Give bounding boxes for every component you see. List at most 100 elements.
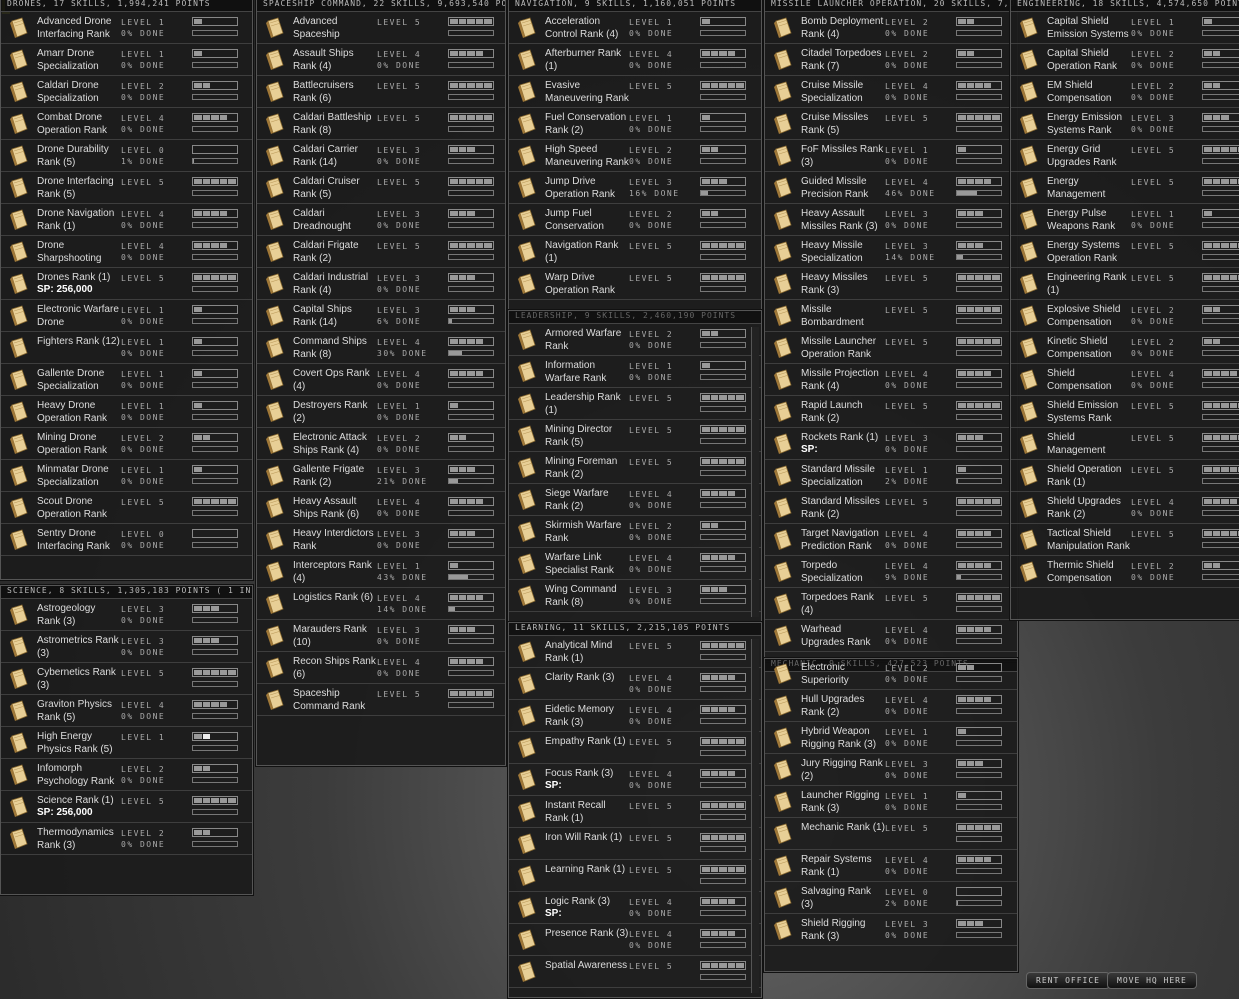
skill-row[interactable]: Engineering Rank (1) LEVEL 5 [1011, 268, 1239, 300]
skill-row[interactable]: Electronic Warfare Drone LEVEL 1 0% DONE [1, 300, 252, 332]
skill-row[interactable]: Rapid Launch Rank (2) LEVEL 5 [765, 396, 1017, 428]
skill-row[interactable]: Science Rank (1) SP: 256,000 LEVEL 5 [1, 791, 252, 823]
skill-row[interactable]: EM Shield Compensation LEVEL 2 0% DONE [1011, 76, 1239, 108]
skill-row[interactable]: Explosive Shield Compensation LEVEL 2 0% D… [1011, 300, 1239, 332]
skill-row[interactable]: High Energy Physics Rank (5) LEVEL 1 [1, 727, 252, 759]
skill-row[interactable]: Standard Missiles Rank (2) LEVEL 5 [765, 492, 1017, 524]
skill-row[interactable]: Minmatar Drone Specialization LEVEL 1 0% D… [1, 460, 252, 492]
skill-row[interactable]: Scout Drone Operation Rank LEVEL 5 [1, 492, 252, 524]
skill-row[interactable]: Skirmish Warfare Rank LEVEL 2 0% DONE [509, 516, 761, 548]
skill-row[interactable]: Advanced Drone Interfacing Rank LEVEL 1 0%… [1, 12, 252, 44]
skill-row[interactable]: Leadership Rank (1) LEVEL 5 [509, 388, 761, 420]
skill-row[interactable]: Caldari Frigate Rank (2) LEVEL 5 [257, 236, 505, 268]
skill-row[interactable]: Shield Operation Rank (1) LEVEL 5 [1011, 460, 1239, 492]
skill-row[interactable]: Assault Ships Rank (4) LEVEL 4 0% DONE [257, 44, 505, 76]
skill-row[interactable]: Spatial Awareness LEVEL 5 [509, 956, 761, 988]
skill-row[interactable]: Heavy Assault Ships Rank (6) LEVEL 4 0% DO… [257, 492, 505, 524]
skill-row[interactable]: Mining Drone Operation Rank LEVEL 2 0% DON… [1, 428, 252, 460]
skill-row[interactable]: Kinetic Shield Compensation LEVEL 2 0% DON… [1011, 332, 1239, 364]
skill-row[interactable]: Instant Recall Rank (1) LEVEL 5 [509, 796, 761, 828]
skill-row[interactable]: Cruise Missiles Rank (5) LEVEL 5 [765, 108, 1017, 140]
skill-row[interactable]: Energy Management Rank LEVEL 5 [1011, 172, 1239, 204]
skill-row[interactable]: Thermodynamics Rank (3) LEVEL 2 0% DONE [1, 823, 252, 855]
skill-row[interactable]: Covert Ops Rank (4) LEVEL 4 0% DONE [257, 364, 505, 396]
panel-header[interactable]: LEADERSHIP, 9 SKILLS, 2,460,190 POINTS [509, 311, 761, 324]
skill-row[interactable]: Logistics Rank (6) LEVEL 4 14% DONE [257, 588, 505, 620]
skill-row[interactable]: Empathy Rank (1) LEVEL 5 [509, 732, 761, 764]
skill-row[interactable]: Caldari Industrial Rank (4) LEVEL 3 0% DON… [257, 268, 505, 300]
skill-row[interactable]: Heavy Assault Missiles Rank (3) LEVEL 3 0%… [765, 204, 1017, 236]
skill-row[interactable]: Citadel Torpedoes Rank (7) LEVEL 2 0% DONE [765, 44, 1017, 76]
skill-row[interactable]: Missile Bombardment LEVEL 5 [765, 300, 1017, 332]
skill-row[interactable]: Target Navigation Prediction Rank LEVEL 4… [765, 524, 1017, 556]
skill-row[interactable]: Combat Drone Operation Rank LEVEL 4 0% DON… [1, 108, 252, 140]
scrollbar[interactable] [751, 327, 759, 617]
skill-row[interactable]: Drone Navigation Rank (1) LEVEL 4 0% DONE [1, 204, 252, 236]
skill-row[interactable]: Tactical Shield Manipulation Rank LEVEL 5 [1011, 524, 1239, 556]
rent-office-button[interactable]: RENT OFFICE [1026, 972, 1110, 989]
skill-row[interactable]: Warhead Upgrades Rank LEVEL 4 0% DONE [765, 620, 1017, 652]
skill-row[interactable]: Jury Rigging Rank (2) LEVEL 3 0% DONE [765, 754, 1017, 786]
skill-row[interactable]: Repair Systems Rank (1) LEVEL 4 0% DONE [765, 850, 1017, 882]
skill-row[interactable]: Shield Emission Systems Rank LEVEL 5 [1011, 396, 1239, 428]
skill-row[interactable]: Caldari Battleship Rank (8) LEVEL 5 [257, 108, 505, 140]
skill-row[interactable]: Interceptors Rank (4) LEVEL 1 43% DONE [257, 556, 505, 588]
skill-row[interactable]: Acceleration Control Rank (4) LEVEL 1 0% D… [509, 12, 761, 44]
skill-row[interactable]: Missile Launcher Operation Rank LEVEL 5 [765, 332, 1017, 364]
skill-row[interactable]: Logic Rank (3) SP: LEVEL 4 0% DONE [509, 892, 761, 924]
skill-row[interactable]: Clarity Rank (3) LEVEL 4 0% DONE [509, 668, 761, 700]
skill-row[interactable]: Recon Ships Rank (6) LEVEL 4 0% DONE [257, 652, 505, 684]
skill-row[interactable]: Battlecruisers Rank (6) LEVEL 5 [257, 76, 505, 108]
skill-row[interactable]: Astrometrics Rank (3) LEVEL 3 0% DONE [1, 631, 252, 663]
skill-row[interactable]: Capital Shield Operation Rank LEVEL 2 0% D… [1011, 44, 1239, 76]
skill-row[interactable]: Warp Drive Operation Rank LEVEL 5 [509, 268, 761, 300]
skill-row[interactable]: Heavy Drone Operation Rank LEVEL 1 0% DONE [1, 396, 252, 428]
skill-row[interactable]: Infomorph Psychology Rank LEVEL 2 0% DONE [1, 759, 252, 791]
skill-row[interactable]: Fuel Conservation Rank (2) LEVEL 1 0% DONE [509, 108, 761, 140]
skill-row[interactable]: Bomb Deployment Rank (4) LEVEL 2 0% DONE [765, 12, 1017, 44]
skill-row[interactable]: Warfare Link Specialist Rank LEVEL 4 0% DO… [509, 548, 761, 580]
skill-row[interactable]: Gallente Frigate Rank (2) LEVEL 3 21% DONE [257, 460, 505, 492]
scrollbar[interactable] [751, 639, 759, 993]
panel-header[interactable]: SPACESHIP COMMAND, 22 SKILLS, 9,693,540 … [257, 0, 505, 12]
skill-row[interactable]: Heavy Missiles Rank (3) LEVEL 5 [765, 268, 1017, 300]
skill-row[interactable]: Energy Systems Operation Rank LEVEL 5 [1011, 236, 1239, 268]
skill-row[interactable]: Drone Interfacing Rank (5) LEVEL 5 [1, 172, 252, 204]
skill-row[interactable]: Shield Rigging Rank (3) LEVEL 3 0% DONE [765, 914, 1017, 946]
skill-row[interactable]: Drones Rank (1) SP: 256,000 LEVEL 5 [1, 268, 252, 300]
skill-row[interactable]: Destroyers Rank (2) LEVEL 1 0% DONE [257, 396, 505, 428]
skill-row[interactable]: Armored Warfare Rank LEVEL 2 0% DONE [509, 324, 761, 356]
skill-row[interactable]: Torpedoes Rank (4) LEVEL 5 [765, 588, 1017, 620]
skill-row[interactable]: Information Warfare Rank LEVEL 1 0% DONE [509, 356, 761, 388]
skill-row[interactable]: Wing Command Rank (8) LEVEL 3 0% DONE [509, 580, 761, 612]
skill-row[interactable]: Advanced Spaceship LEVEL 5 [257, 12, 505, 44]
panel-header[interactable]: MISSILE LAUNCHER OPERATION, 20 SKILLS, 7… [765, 0, 1017, 12]
skill-row[interactable]: Standard Missile Specialization LEVEL 1 2%… [765, 460, 1017, 492]
skill-row[interactable]: Torpedo Specialization LEVEL 4 9% DONE [765, 556, 1017, 588]
skill-row[interactable]: Jump Fuel Conservation LEVEL 2 0% DONE [509, 204, 761, 236]
skill-row[interactable]: Presence Rank (3) LEVEL 4 0% DONE [509, 924, 761, 956]
skill-row[interactable]: Missile Projection Rank (4) LEVEL 4 0% DON… [765, 364, 1017, 396]
skill-row[interactable]: Analytical Mind Rank (1) LEVEL 5 [509, 636, 761, 668]
skill-row[interactable]: Energy Pulse Weapons Rank LEVEL 1 0% DONE [1011, 204, 1239, 236]
skill-row[interactable]: Heavy Interdictors Rank LEVEL 3 0% DONE [257, 524, 505, 556]
panel-header[interactable]: DRONES, 17 SKILLS, 1,994,241 POINTS [1, 0, 252, 12]
skill-row[interactable]: Fighters Rank (12) LEVEL 1 0% DONE [1, 332, 252, 364]
skill-row[interactable]: Energy Grid Upgrades Rank LEVEL 5 [1011, 140, 1239, 172]
skill-row[interactable]: Focus Rank (3) SP: LEVEL 4 0% DONE [509, 764, 761, 796]
skill-row[interactable]: Learning Rank (1) LEVEL 5 [509, 860, 761, 892]
skill-row[interactable]: Thermic Shield Compensation LEVEL 2 0% DON… [1011, 556, 1239, 588]
skill-row[interactable]: Caldari Dreadnought LEVEL 3 0% DONE [257, 204, 505, 236]
move-hq-button[interactable]: MOVE HQ HERE [1107, 972, 1197, 989]
skill-row[interactable]: Guided Missile Precision Rank LEVEL 4 46% … [765, 172, 1017, 204]
skill-row[interactable]: Jump Drive Operation Rank LEVEL 3 16% DONE [509, 172, 761, 204]
skill-row[interactable]: Heavy Missile Specialization LEVEL 3 14% D… [765, 236, 1017, 268]
skill-row[interactable]: Iron Will Rank (1) LEVEL 5 [509, 828, 761, 860]
skill-row[interactable]: Shield Management Rank LEVEL 5 [1011, 428, 1239, 460]
panel-header[interactable]: LEARNING, 11 SKILLS, 2,215,105 POINTS [509, 623, 761, 636]
skill-row[interactable]: Shield Upgrades Rank (2) LEVEL 4 0% DONE [1011, 492, 1239, 524]
skill-row[interactable]: Spaceship Command Rank LEVEL 5 [257, 684, 505, 716]
skill-row[interactable]: Marauders Rank (10) LEVEL 3 0% DONE [257, 620, 505, 652]
skill-row[interactable]: Capital Ships Rank (14) LEVEL 3 6% DONE [257, 300, 505, 332]
skill-row[interactable]: Drone Durability Rank (5) LEVEL 0 1% DONE [1, 140, 252, 172]
